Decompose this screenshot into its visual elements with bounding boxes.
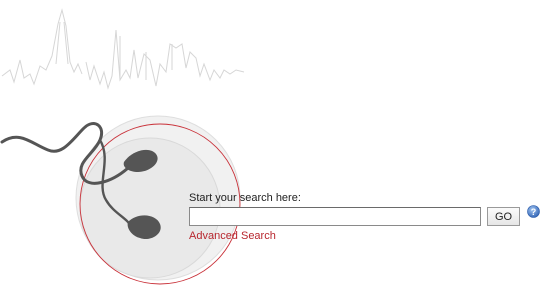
skyline-soundwave-graphic	[1, 8, 245, 90]
go-button[interactable]: GO	[487, 207, 520, 226]
search-input[interactable]	[189, 207, 481, 226]
advanced-search-link[interactable]: Advanced Search	[189, 230, 276, 243]
search-prompt-label: Start your search here:	[189, 192, 301, 204]
help-question-icon[interactable]: ?	[527, 205, 540, 218]
svg-text:?: ?	[531, 207, 537, 217]
search-panel: Start your search here: GO ? Advanced Se…	[189, 192, 541, 252]
